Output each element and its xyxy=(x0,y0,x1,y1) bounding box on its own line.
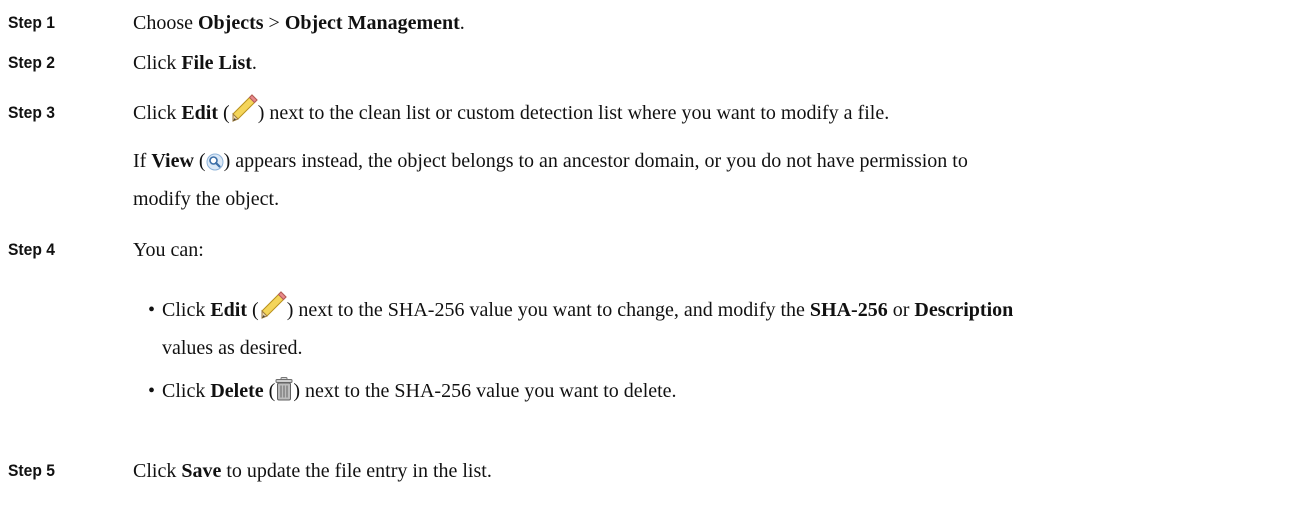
step-3-prefix: Click xyxy=(133,102,182,124)
step-4-label: Step 4 xyxy=(8,240,55,259)
step-2-text: Click File List. xyxy=(133,51,257,75)
magnifier-icon xyxy=(206,148,224,182)
bullet-delete-prefix: Click xyxy=(162,380,211,402)
bullet-edit-line2: values as desired. xyxy=(162,337,303,359)
step-3-note-line2: modify the object. xyxy=(133,188,280,210)
step-3-text: Click Edit ( ) next to the clean list or… xyxy=(133,93,889,137)
trash-icon xyxy=(275,377,293,412)
bullet-edit-or: or xyxy=(887,299,915,321)
step-3-note-open-paren: ( xyxy=(193,150,206,172)
save-label: Save xyxy=(181,460,222,482)
step-4-text: You can: xyxy=(133,239,204,261)
step-2-suffix: . xyxy=(251,52,257,74)
step-1-separator: > xyxy=(263,12,285,34)
step-3-suffix: ) next to the clean list or custom detec… xyxy=(257,102,890,124)
bullet-delete: • Click Delete ( ) next to the SHA-256 va… xyxy=(148,374,1268,412)
step-3-note-line1: ) appears instead, the object belongs to… xyxy=(223,150,968,172)
step-3-open-paren: ( xyxy=(218,102,230,124)
pencil-icon xyxy=(230,93,258,137)
procedure-document: Step 1 Choose Objects > Object Managemen… xyxy=(0,0,1294,506)
step-1-suffix: . xyxy=(459,12,465,34)
view-label: View xyxy=(151,150,194,172)
menu-object-management: Object Management xyxy=(284,12,460,34)
sha256-label: SHA-256 xyxy=(809,299,888,321)
step-3-note-prefix: If xyxy=(133,150,152,172)
pencil-icon xyxy=(259,290,287,331)
file-list-label: File List xyxy=(181,52,252,74)
bullet-dot: • xyxy=(148,380,156,402)
delete-label: Delete xyxy=(210,380,264,402)
edit-label: Edit xyxy=(181,102,219,124)
step-5-prefix: Click xyxy=(133,460,182,482)
edit-label: Edit xyxy=(210,299,248,321)
step-1-prefix: Choose xyxy=(133,12,198,34)
description-label: Description xyxy=(914,299,1014,321)
bullet-delete-open-paren: ( xyxy=(263,380,276,402)
bullet-edit-open-paren: ( xyxy=(247,299,259,321)
bullet-edit: • Click Edit ( ) next to the SHA-256 valu… xyxy=(148,290,1268,365)
step-5-text: Click Save to update the file entry in t… xyxy=(133,459,492,483)
step-1-text: Choose Objects > Object Management. xyxy=(133,11,465,35)
bullet-edit-prefix: Click xyxy=(162,299,211,321)
step-2-prefix: Click xyxy=(133,52,182,74)
step-5-suffix: to update the file entry in the list. xyxy=(221,460,492,482)
step-3-label: Step 3 xyxy=(8,103,55,122)
step-1-label: Step 1 xyxy=(8,13,55,32)
menu-objects: Objects xyxy=(198,12,264,34)
bullet-delete-suffix: ) next to the SHA-256 value you want to … xyxy=(293,380,677,402)
step-3-note: If View ( ) appears instead, the object … xyxy=(133,144,1253,216)
step-5-label: Step 5 xyxy=(8,461,55,480)
bullet-edit-mid: ) next to the SHA-256 value you want to … xyxy=(286,299,810,321)
bullet-dot: • xyxy=(148,299,156,321)
step-2-label: Step 2 xyxy=(8,53,55,72)
